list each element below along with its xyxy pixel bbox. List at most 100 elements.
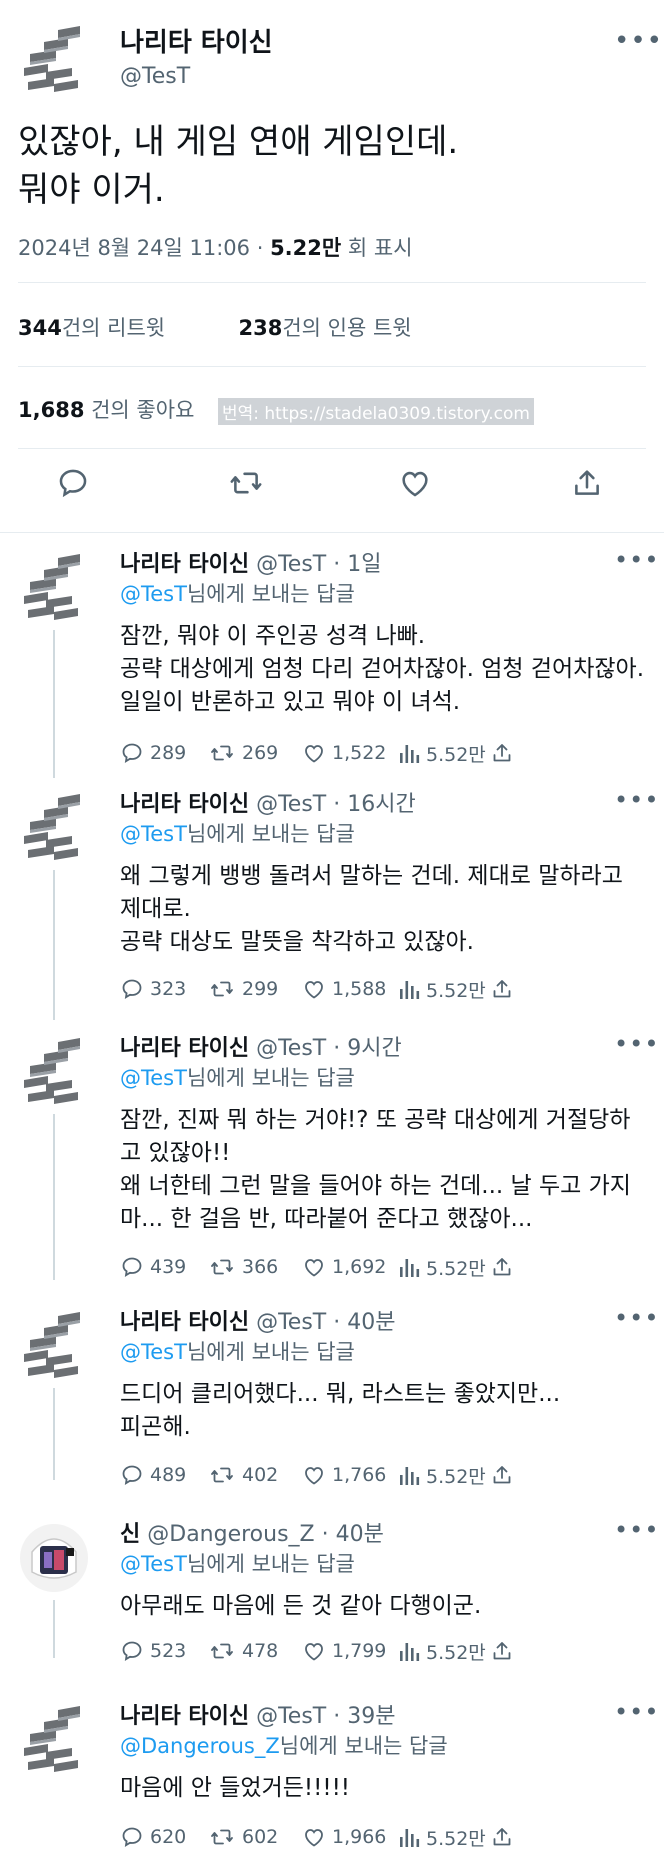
retweets-count[interactable]: 344 — [18, 316, 62, 340]
retweet-button[interactable]: 366 — [208, 1252, 278, 1282]
author-avatar[interactable] — [18, 792, 90, 864]
heart-icon — [305, 745, 323, 763]
reply-button[interactable]: 523 — [120, 1636, 186, 1666]
share-button[interactable] — [490, 1460, 520, 1490]
author-name[interactable]: 나리타 타이신 — [120, 22, 273, 59]
author-handle-time[interactable]: @Dangerous_Z · 40분 — [147, 1522, 384, 1547]
share-button[interactable] — [490, 974, 520, 1004]
section-divider — [0, 532, 664, 533]
more-options-icon[interactable]: ••• — [614, 1698, 659, 1726]
likes-count[interactable]: 1,688 — [18, 398, 84, 422]
reply-button[interactable] — [56, 466, 96, 506]
author-name[interactable]: 나리타 타이신 — [120, 1310, 249, 1335]
views-count: 5.22만 — [270, 236, 342, 260]
retweet-button[interactable]: 402 — [208, 1460, 278, 1490]
mention-link[interactable]: @TesT — [120, 1552, 187, 1576]
author-name[interactable]: 나리타 타이신 — [120, 1704, 249, 1729]
like-button[interactable]: 1,966 — [302, 1822, 386, 1852]
like-button[interactable]: 1,588 — [302, 974, 386, 1004]
translation-watermark: 번역: https://stadela0309.tistory.com — [218, 398, 534, 425]
like-button[interactable]: 1,766 — [302, 1460, 386, 1490]
reply-button[interactable]: 323 — [120, 974, 186, 1004]
more-options-icon[interactable]: ••• — [614, 1304, 659, 1332]
mention-link[interactable]: @TesT — [120, 822, 187, 846]
more-options-icon[interactable]: ••• — [614, 26, 663, 56]
reply-button[interactable]: 439 — [120, 1252, 186, 1282]
likes-label[interactable]: 건의 좋아요 — [84, 398, 194, 422]
retweet-button[interactable]: 602 — [208, 1822, 278, 1852]
share-icon — [493, 744, 511, 762]
reply-text: 드디어 클리어했다... 뭐, 라스트는 좋았지만... 피곤해. — [120, 1381, 561, 1440]
author-handle-time[interactable]: @TesT · 39분 — [256, 1704, 395, 1729]
mention-link[interactable]: @TesT — [120, 1340, 187, 1364]
mention-link[interactable]: @TesT — [120, 1066, 187, 1090]
share-button[interactable] — [490, 1636, 520, 1666]
views-button[interactable]: 5.52만 — [398, 1822, 486, 1852]
author-handle-time[interactable]: @TesT · 9시간 — [256, 1036, 402, 1061]
retweet-count: 478 — [242, 1640, 279, 1662]
quotes-count[interactable]: 238 — [239, 316, 283, 340]
more-options-icon[interactable]: ••• — [614, 786, 659, 814]
more-options-icon[interactable]: ••• — [614, 546, 659, 574]
views-button[interactable]: 5.52만 — [398, 738, 486, 768]
share-button[interactable] — [490, 1822, 520, 1852]
mention-link[interactable]: @TesT — [120, 582, 187, 606]
author-handle-time[interactable]: @TesT · 1일 — [256, 552, 381, 577]
share-icon — [493, 1642, 511, 1660]
like-button[interactable] — [398, 466, 438, 506]
views-button[interactable]: 5.52만 — [398, 974, 486, 1004]
like-button[interactable]: 1,522 — [302, 738, 386, 768]
views-count: 5.52만 — [426, 1641, 486, 1664]
retweet-button[interactable] — [228, 466, 268, 506]
author-name[interactable]: 나리타 타이신 — [120, 552, 249, 577]
more-options-icon[interactable]: ••• — [614, 1030, 659, 1058]
more-options-icon[interactable]: ••• — [614, 1516, 659, 1544]
author-name[interactable]: 신 — [120, 1522, 140, 1547]
views-button[interactable]: 5.52만 — [398, 1636, 486, 1666]
reply-tweet[interactable]: 나리타 타이신 @TesT · 9시간 ••• @TesT님에게 보내는 답글 … — [0, 1026, 664, 1280]
author-avatar[interactable] — [18, 1036, 90, 1108]
author-name[interactable]: 나리타 타이신 — [120, 792, 249, 817]
author-name[interactable]: 나리타 타이신 — [120, 1036, 249, 1061]
author-avatar[interactable] — [18, 1704, 90, 1776]
reply-count: 489 — [150, 1464, 187, 1486]
author-avatar[interactable] — [18, 1310, 90, 1382]
like-button[interactable]: 1,799 — [302, 1636, 386, 1666]
reply-button[interactable]: 489 — [120, 1460, 186, 1490]
reply-button[interactable]: 289 — [120, 738, 186, 768]
share-button[interactable] — [490, 738, 520, 768]
author-avatar[interactable] — [18, 1522, 90, 1594]
mention-link[interactable]: @Dangerous_Z — [120, 1734, 280, 1758]
reply-tweet[interactable]: 나리타 타이신 @TesT · 1일 ••• @TesT님에게 보내는 답글 잠… — [0, 542, 664, 778]
reply-header: 나리타 타이신 @TesT · 9시간 — [120, 1030, 402, 1062]
share-button[interactable] — [570, 466, 610, 506]
retweets-label[interactable]: 건의 리트윗 — [62, 316, 165, 340]
retweet-button[interactable]: 478 — [208, 1636, 278, 1666]
like-button[interactable]: 1,692 — [302, 1252, 386, 1282]
reply-tweet[interactable]: 신 @Dangerous_Z · 40분 ••• @TesT님에게 보내는 답글… — [0, 1512, 664, 1664]
author-handle-time[interactable]: @TesT · 40분 — [256, 1310, 395, 1335]
reply-tweet[interactable]: 나리타 타이신 @TesT · 39분 ••• @Dangerous_Z님에게 … — [0, 1694, 664, 1854]
thread-line — [53, 630, 55, 778]
views-icon — [400, 1467, 420, 1485]
author-handle-time[interactable]: @TesT · 16시간 — [256, 792, 416, 817]
reply-button[interactable]: 620 — [120, 1822, 186, 1852]
quotes-label[interactable]: 건의 인용 트윗 — [282, 316, 411, 340]
author-avatar[interactable] — [18, 552, 90, 624]
replying-to-label: 님에게 보내는 답글 — [186, 582, 355, 606]
author-handle[interactable]: @TesT — [120, 64, 190, 89]
share-button[interactable] — [490, 1252, 520, 1282]
retweet-button[interactable]: 299 — [208, 974, 278, 1004]
retweet-icon — [211, 1259, 233, 1275]
retweet-button[interactable]: 269 — [208, 738, 278, 768]
views-button[interactable]: 5.52만 — [398, 1460, 486, 1490]
views-button[interactable]: 5.52만 — [398, 1252, 486, 1282]
like-stats: 1,688 건의 좋아요 — [18, 394, 194, 424]
tweet-date[interactable]: 2024년 8월 24일 11:06 · — [18, 236, 270, 260]
reply-tweet[interactable]: 나리타 타이신 @TesT · 16시간 ••• @TesT님에게 보내는 답글… — [0, 782, 664, 1020]
views-icon — [400, 981, 420, 999]
reply-count: 439 — [150, 1256, 187, 1278]
reply-tweet[interactable]: 나리타 타이신 @TesT · 40분 ••• @TesT님에게 보내는 답글 … — [0, 1300, 664, 1488]
replying-to: @TesT님에게 보내는 답글 — [120, 818, 355, 848]
author-avatar[interactable] — [18, 24, 90, 96]
